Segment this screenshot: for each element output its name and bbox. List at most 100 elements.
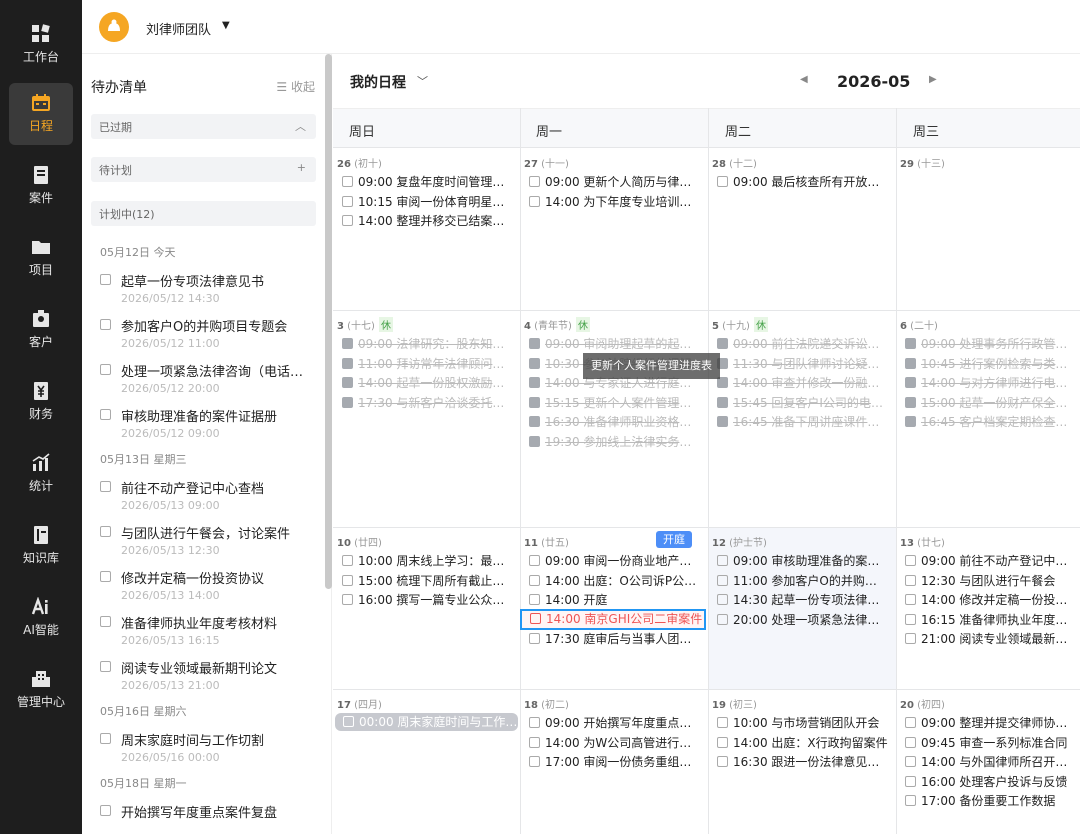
calendar-event[interactable]: 15:00 起草一份财产保全申请书 xyxy=(905,394,1072,412)
event-checkbox[interactable] xyxy=(905,594,916,605)
day-number[interactable]: 27 (十一) xyxy=(524,155,569,170)
calendar-event[interactable]: 14:00 南京GHI公司二审案件 xyxy=(520,608,706,630)
event-checkbox[interactable] xyxy=(717,613,728,625)
nav-item-workbench[interactable]: 工作台 xyxy=(9,14,73,76)
todo-item[interactable]: 准备律师执业年度考核材料 2026/05/13 16:15 xyxy=(100,613,315,653)
event-checkbox[interactable] xyxy=(529,717,540,728)
calendar-event[interactable]: 21:00 阅读专业领域最新期刊论文 xyxy=(905,630,1072,648)
event-checkbox[interactable] xyxy=(905,338,916,349)
calendar-event[interactable]: 14:00 修改并定稿一份投资协议 xyxy=(905,591,1072,609)
event-checkbox[interactable] xyxy=(905,756,916,767)
event-checkbox[interactable] xyxy=(342,338,353,349)
event-checkbox[interactable] xyxy=(529,195,540,207)
calendar-event[interactable]: 11:00 参加客户O的并购项目专题会 xyxy=(717,572,888,590)
day-number[interactable]: 26 (初十) xyxy=(337,155,382,170)
event-checkbox[interactable] xyxy=(905,396,916,408)
calendar-event[interactable]: 09:00 开始撰写年度重点案件复盘 xyxy=(529,714,700,732)
todo-item[interactable]: 处理一项紧急法律咨询（电话沟通） 2026/05/12 20:00 xyxy=(100,361,315,401)
calendar-event[interactable]: 15:15 更新个人案件管理进度表 xyxy=(529,394,700,412)
event-checkbox[interactable] xyxy=(717,176,728,187)
team-avatar[interactable] xyxy=(99,12,129,42)
event-checkbox[interactable] xyxy=(905,377,916,388)
nav-item-admin[interactable]: 管理中心 xyxy=(9,659,73,721)
add-icon[interactable]: + xyxy=(297,161,306,174)
calendar-event[interactable]: 09:00 复盘年度时间管理与效率 xyxy=(342,173,512,191)
event-checkbox[interactable] xyxy=(905,574,916,586)
event-checkbox[interactable] xyxy=(342,594,353,605)
calendar-event[interactable]: 10:45 进行案例检索与类案分析 xyxy=(905,355,1072,373)
day-number[interactable]: 4 (青年节) 休 xyxy=(524,317,590,332)
event-checkbox[interactable] xyxy=(342,377,353,388)
event-checkbox[interactable] xyxy=(717,594,728,605)
todo-checkbox[interactable] xyxy=(100,733,111,744)
event-checkbox[interactable] xyxy=(529,594,540,605)
todo-checkbox[interactable] xyxy=(100,319,111,330)
calendar-event[interactable]: 09:00 处理事务所行政管理事务 xyxy=(905,335,1072,353)
event-checkbox[interactable] xyxy=(529,176,540,187)
event-checkbox[interactable] xyxy=(342,195,353,207)
event-checkbox[interactable] xyxy=(342,215,353,226)
section-pending-plan[interactable]: 待计划 + xyxy=(91,157,316,182)
event-checkbox[interactable] xyxy=(342,396,353,408)
day-number[interactable]: 19 (初三) xyxy=(712,696,757,711)
calendar-event[interactable]: 14:00 出庭：X行政拘留案件 xyxy=(717,734,888,752)
calendar-event[interactable]: 16:00 处理客户投诉与反馈 xyxy=(905,773,1072,791)
day-number[interactable]: 18 (初二) xyxy=(524,696,569,711)
event-checkbox[interactable] xyxy=(529,357,540,369)
calendar-event[interactable]: 10:00 周末线上学习：最新司法解释 xyxy=(342,552,512,570)
calendar-event[interactable]: 14:00 起草一份股权激励方案 xyxy=(342,374,512,392)
collapse-button[interactable]: ☰ 收起 xyxy=(276,78,315,95)
event-checkbox[interactable] xyxy=(905,416,916,427)
day-number[interactable]: 5 (十九) 休 xyxy=(712,317,768,332)
calendar-event[interactable]: 16:15 准备律师执业年度考核材料 xyxy=(905,611,1072,629)
nav-item-stats[interactable]: 统计 xyxy=(9,443,73,505)
calendar-event[interactable]: 00:00 周末家庭时间与工作切割 xyxy=(335,713,518,731)
team-name[interactable]: 刘律师团队 xyxy=(146,19,211,38)
event-checkbox[interactable] xyxy=(529,555,540,566)
next-month-icon[interactable]: ▶ xyxy=(929,74,937,85)
calendar-event[interactable]: 14:00 整理并移交已结案卷宗 xyxy=(342,212,512,230)
event-checkbox[interactable] xyxy=(905,795,916,806)
calendar-event[interactable]: 16:45 客户档案定期检查与归档 xyxy=(905,413,1072,431)
calendar-event[interactable]: 11:30 与团队律师讨论疑难案件 xyxy=(717,355,888,373)
calendar-event[interactable]: 09:00 审阅一份商业地产租赁合同 xyxy=(529,552,700,570)
todo-item[interactable]: 开始撰写年度重点案件复盘 xyxy=(100,802,315,834)
day-number[interactable]: 11 (廿五) xyxy=(524,534,569,549)
todo-checkbox[interactable] xyxy=(100,616,111,627)
calendar-event[interactable]: 14:00 开庭 xyxy=(529,591,700,609)
day-number[interactable]: 3 (十七) 休 xyxy=(337,317,393,332)
nav-item-cases[interactable]: 案件 xyxy=(9,155,73,217)
event-checkbox[interactable] xyxy=(905,555,916,566)
calendar-event[interactable]: 09:00 审阅助理起草的起诉状 xyxy=(529,335,700,353)
calendar-event[interactable]: 09:45 审查一系列标准合同 xyxy=(905,734,1072,752)
calendar-event[interactable]: 16:45 准备下周讲座课件内容 xyxy=(717,413,888,431)
todo-scrollbar[interactable] xyxy=(325,54,332,589)
calendar-event[interactable]: 17:30 与新客户洽谈委托事项 xyxy=(342,394,512,412)
todo-item[interactable]: 与团队进行午餐会，讨论案件 2026/05/13 12:30 xyxy=(100,523,315,563)
todo-item[interactable]: 前往不动产登记中心查档 2026/05/13 09:00 xyxy=(100,478,315,518)
chevron-down-icon[interactable]: ﹀ xyxy=(417,73,428,89)
event-checkbox[interactable] xyxy=(717,416,728,427)
calendar-event[interactable]: 09:00 最后核查所有开放事项 xyxy=(717,173,888,191)
event-checkbox[interactable] xyxy=(529,435,540,447)
calendar-event[interactable]: 20:00 处理一项紧急法律咨询 xyxy=(717,611,888,629)
nav-item-clients[interactable]: 客户 xyxy=(9,299,73,361)
calendar-event[interactable]: 12:30 与团队进行午餐会 xyxy=(905,572,1072,590)
day-number[interactable]: 12 (护士节) xyxy=(712,534,767,549)
calendar-event[interactable]: 14:00 与外国律师所召开视频会 xyxy=(905,753,1072,771)
court-tag[interactable]: 开庭 xyxy=(656,531,692,548)
calendar-view-title[interactable]: 我的日程 xyxy=(350,72,406,92)
todo-checkbox[interactable] xyxy=(100,805,111,816)
event-checkbox[interactable] xyxy=(342,574,353,586)
event-checkbox[interactable] xyxy=(905,775,916,787)
todo-checkbox[interactable] xyxy=(100,571,111,582)
event-checkbox[interactable] xyxy=(529,756,540,767)
day-number[interactable]: 20 (初四) xyxy=(900,696,945,711)
calendar-event[interactable]: 17:30 庭审后与当事人团队复盘 xyxy=(529,630,700,648)
todo-item[interactable]: 修改并定稿一份投资协议 2026/05/13 14:00 xyxy=(100,568,315,608)
event-checkbox[interactable] xyxy=(717,756,728,767)
event-checkbox[interactable] xyxy=(529,574,540,586)
todo-checkbox[interactable] xyxy=(100,364,111,375)
prev-month-icon[interactable]: ◀ xyxy=(800,74,808,85)
calendar-event[interactable]: 09:00 前往不动产登记中心查档 xyxy=(905,552,1072,570)
